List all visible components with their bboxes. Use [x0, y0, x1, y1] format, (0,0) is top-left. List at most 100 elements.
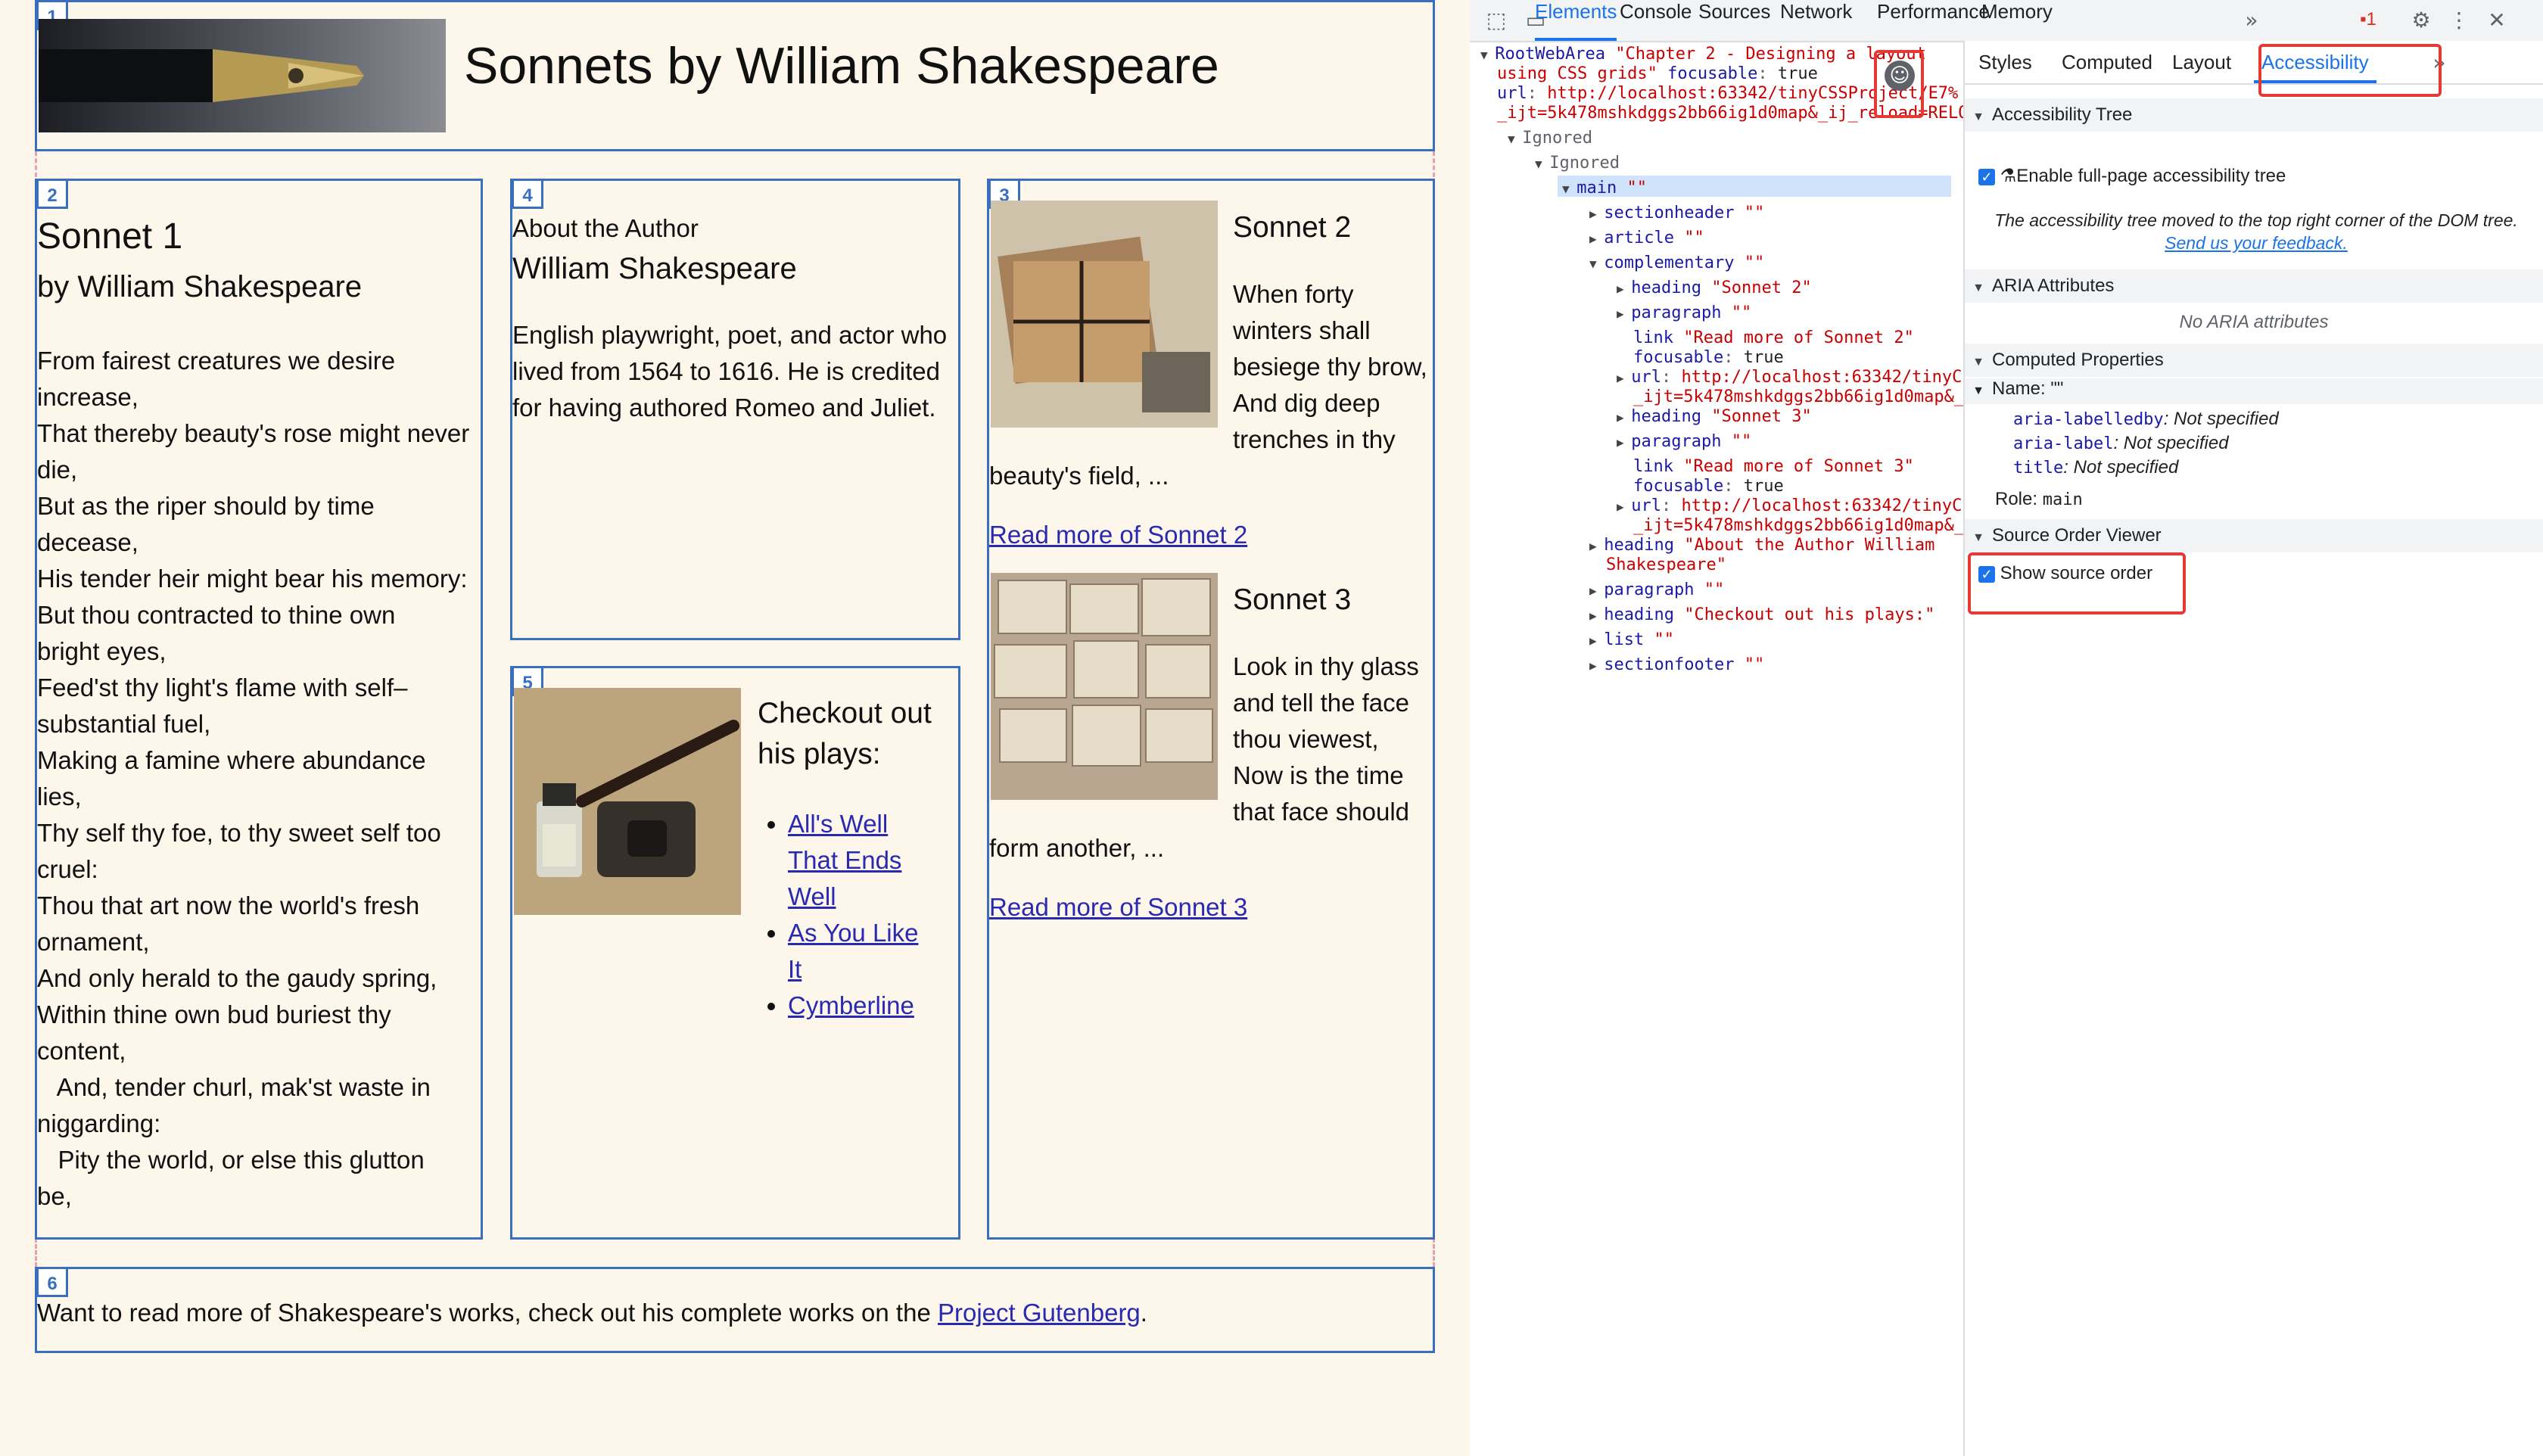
tab-network[interactable]: Network — [1780, 0, 1852, 41]
dom-node-line[interactable]: link "Read more of Sonnet 3" — [1633, 456, 1914, 478]
sonnet-line: Within thine own bud buriest thy — [37, 1000, 391, 1028]
expanded-triangle-icon[interactable]: ▼ — [1535, 157, 1549, 171]
read-more-sonnet-2-link[interactable]: Read more of Sonnet 2 — [989, 517, 1247, 553]
read-more-sonnet-3-link[interactable]: Read more of Sonnet 3 — [989, 889, 1247, 926]
dom-token: focusable — [1633, 348, 1724, 367]
tab-performance[interactable]: Performance — [1877, 0, 1990, 41]
tab-elements[interactable]: Elements — [1535, 0, 1617, 41]
source-order-section[interactable]: ▼ Source Order Viewer — [1965, 519, 2543, 552]
collapsed-triangle-icon[interactable]: ▶ — [1617, 282, 1631, 296]
dom-node-line[interactable]: _ijt=5k478mshkdggs2bb66ig1d0map&_ — [1633, 515, 1963, 537]
sonnet-3-title: Sonnet 3 — [1233, 583, 1352, 616]
play-link-text[interactable]: All's Well — [788, 810, 888, 838]
play-link-text[interactable]: As You Like — [788, 919, 918, 947]
dom-node-line[interactable]: using CSS grids" focusable: true — [1497, 64, 1818, 85]
dom-node-line[interactable]: ▶ article "" — [1589, 228, 1704, 250]
dom-node-line[interactable]: Shakespeare" — [1606, 555, 1726, 576]
dom-node-line[interactable]: ▼ complementary "" — [1589, 253, 1764, 275]
dom-token: : — [1527, 84, 1548, 103]
play-link[interactable]: All's Well That Ends Well — [788, 810, 901, 910]
checkbox-checked-icon[interactable]: ✓ — [1978, 168, 1995, 185]
aria-attributes-section[interactable]: ▼ ARIA Attributes — [1965, 269, 2543, 303]
dom-node-line[interactable]: ▶ url: http://localhost:63342/tinyCS — [1617, 496, 1963, 518]
collapsed-triangle-icon[interactable]: ▶ — [1589, 658, 1604, 673]
grid-guide — [1433, 1238, 1435, 1267]
dom-node-line[interactable]: ▶ paragraph "" — [1617, 303, 1751, 325]
collapsed-triangle-icon[interactable]: ▶ — [1589, 232, 1604, 246]
play-link[interactable]: Cymberline — [788, 991, 914, 1019]
dom-token: complementary — [1604, 254, 1745, 272]
settings-gear-icon[interactable]: ⚙ — [2408, 8, 2434, 33]
dom-token: heading — [1631, 407, 1712, 426]
dom-node-line[interactable]: ▼ Ignored — [1508, 128, 1592, 150]
computed-properties-section[interactable]: ▼ Computed Properties — [1965, 344, 2543, 377]
feedback-link[interactable]: Send us your feedback. — [2165, 233, 2348, 253]
collapsed-triangle-icon[interactable]: ▶ — [1617, 306, 1631, 321]
expanded-triangle-icon[interactable]: ▼ — [1508, 132, 1522, 146]
sidebar-tab-layout[interactable]: Layout — [2172, 41, 2231, 83]
play-link-text[interactable]: It — [788, 955, 801, 983]
collapsed-triangle-icon[interactable]: ▶ — [1617, 371, 1631, 385]
dom-token: Ignored — [1549, 154, 1620, 173]
tab-sources[interactable]: Sources — [1698, 0, 1770, 41]
dom-node-line[interactable]: ▶ paragraph "" — [1617, 431, 1751, 453]
dom-node-line[interactable]: ▶ paragraph "" — [1589, 580, 1724, 602]
separator: : — [2113, 433, 2124, 453]
dom-node-line[interactable]: link "Read more of Sonnet 2" — [1633, 328, 1914, 349]
enable-full-tree-row[interactable]: ✓ ⚗Enable full-page accessibility tree — [1978, 165, 2286, 187]
play-link-text[interactable]: That Ends — [788, 846, 901, 874]
dom-node-line[interactable]: ▼ main "" — [1562, 178, 1647, 200]
property-value: Not specified — [2073, 457, 2179, 478]
dom-node-line[interactable]: focusable: true — [1633, 347, 1784, 369]
accessibility-dom-tree: ▼ RootWebArea "Chapter 2 - Designing a l… — [1470, 41, 1965, 1456]
dom-node-line[interactable]: ▶ sectionheader "" — [1589, 203, 1764, 225]
source-order-badge: 6 — [36, 1267, 68, 1297]
tab-console[interactable]: Console — [1620, 0, 1692, 41]
section-title: Accessibility Tree — [1992, 104, 2133, 125]
collapsed-triangle-icon[interactable]: ▶ — [1617, 410, 1631, 425]
inspect-element-icon[interactable]: ⬚ — [1483, 8, 1509, 33]
sonnet-line: and tell the face — [1233, 689, 1409, 717]
collapsed-triangle-icon[interactable]: ▶ — [1589, 539, 1604, 553]
play-link-text[interactable]: Cymberline — [788, 991, 914, 1019]
dom-node-line[interactable]: ▶ url: http://localhost:63342/tinyCS — [1617, 367, 1963, 389]
collapsed-triangle-icon[interactable]: ▶ — [1589, 608, 1604, 623]
collapsed-triangle-icon[interactable]: ▶ — [1589, 583, 1604, 598]
dom-node-line[interactable]: ▼ Ignored — [1535, 153, 1620, 175]
property-key: title — [2013, 459, 2064, 478]
play-link-text[interactable]: Well — [788, 882, 836, 910]
dom-node-line[interactable]: ▶ sectionfooter "" — [1589, 655, 1764, 677]
dom-node-line[interactable]: _ijt=5k478mshkdggs2bb66ig1d0map&_ — [1633, 387, 1963, 408]
project-gutenberg-link[interactable]: Project Gutenberg — [938, 1299, 1141, 1327]
tab-memory[interactable]: Memory — [1981, 0, 2053, 41]
expanded-triangle-icon[interactable]: ▼ — [1480, 48, 1495, 62]
error-badge[interactable]: ▪1 — [2360, 9, 2376, 30]
dom-node-line[interactable]: ▶ list "" — [1589, 630, 1674, 652]
dom-node-line[interactable]: ▼ RootWebArea "Chapter 2 - Designing a l… — [1480, 44, 1926, 66]
close-icon[interactable]: ✕ — [2484, 8, 2510, 33]
accessibility-tree-section[interactable]: ▼ Accessibility Tree — [1965, 98, 2543, 132]
name-property[interactable]: ▼ Name: "" — [1965, 378, 2543, 404]
sidebar-tab-computed[interactable]: Computed — [2062, 41, 2152, 83]
dom-node-line[interactable]: ▶ heading "Sonnet 3" — [1617, 406, 1812, 428]
dom-token: main — [1577, 179, 1627, 198]
sidebar-tab-styles[interactable]: Styles — [1978, 41, 2032, 83]
collapsed-triangle-icon[interactable]: ▶ — [1589, 207, 1604, 221]
sonnet-line: form another, ... — [989, 834, 1165, 862]
dom-node-line[interactable]: ▶ heading "About the Author William — [1589, 535, 1934, 557]
sonnet-line: substantial fuel, — [37, 710, 211, 738]
dom-node-line[interactable]: ▶ heading "Sonnet 2" — [1617, 278, 1812, 300]
expanded-triangle-icon[interactable]: ▼ — [1589, 257, 1604, 271]
collapsed-triangle-icon[interactable]: ▶ — [1617, 499, 1631, 514]
role-label: Role: — [1995, 489, 2043, 509]
dom-node-line[interactable]: ▶ heading "Checkout out his plays:" — [1589, 605, 1934, 627]
expanded-triangle-icon[interactable]: ▼ — [1562, 182, 1577, 196]
more-tabs-icon[interactable]: » — [2239, 8, 2264, 33]
dom-node-line[interactable]: focusable: true — [1633, 476, 1784, 497]
more-options-icon[interactable]: ⋮ — [2446, 8, 2472, 33]
play-link[interactable]: As You Like It — [788, 919, 918, 983]
separator: : — [2063, 457, 2074, 478]
collapsed-triangle-icon[interactable]: ▶ — [1589, 633, 1604, 648]
dom-token: article — [1604, 229, 1685, 247]
collapsed-triangle-icon[interactable]: ▶ — [1617, 435, 1631, 450]
